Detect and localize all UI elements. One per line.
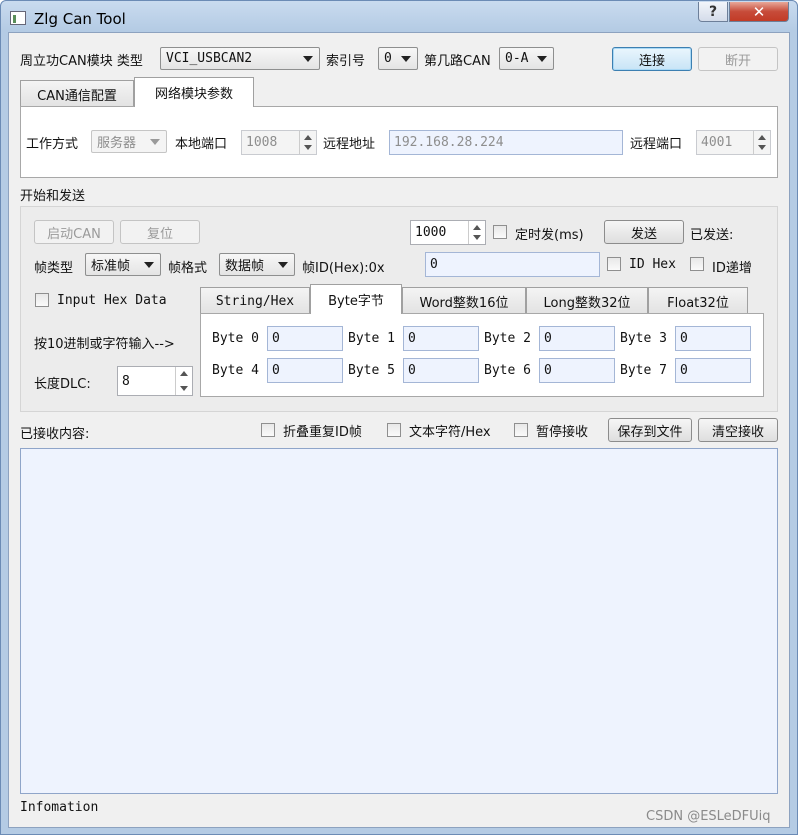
tab-long[interactable]: Long整数32位 (526, 287, 648, 314)
connect-button[interactable]: 连接 (612, 47, 692, 71)
byte-label: Byte 7 (620, 363, 667, 378)
index-combo[interactable]: 0 (378, 47, 418, 70)
info-label: Infomation (20, 800, 99, 815)
remote-port-label: 远程端口 (630, 137, 683, 152)
dlc-value: 8 (122, 373, 130, 389)
mode-label: 工作方式 (26, 137, 79, 152)
fold-dup-checkbox[interactable] (261, 423, 275, 437)
byte-label: Byte 1 (348, 331, 395, 346)
device-type-combo[interactable]: VCI_USBCAN2 (160, 47, 320, 70)
byte-label: Byte 0 (212, 331, 259, 346)
frame-type-combo[interactable]: 标准帧 (85, 253, 161, 276)
start-can-button[interactable]: 启动CAN (34, 220, 114, 244)
interval-value: 1000 (415, 225, 447, 240)
remote-port-spinbox[interactable]: 4001 (696, 130, 771, 155)
frame-format-value: 数据帧 (225, 259, 265, 274)
frame-id-input[interactable]: 0 (425, 252, 600, 277)
id-inc-label: ID递增 (712, 261, 752, 276)
pause-recv-label: 暂停接收 (536, 425, 589, 440)
pause-recv-checkbox[interactable] (514, 423, 528, 437)
dlc-label: 长度DLC: (34, 377, 91, 392)
byte-input[interactable]: 0 (267, 326, 343, 351)
timer-checkbox[interactable] (493, 225, 507, 239)
help-button[interactable]: ? (698, 2, 728, 22)
title-bar: Zlg Can Tool ? ✕ (1, 1, 797, 33)
tab-string-hex[interactable]: String/Hex (200, 287, 310, 314)
local-port-value: 1008 (246, 135, 278, 150)
window-title: Zlg Can Tool (34, 10, 126, 28)
timer-label: 定时发(ms) (515, 228, 584, 243)
remote-addr-input[interactable]: 192.168.28.224 (389, 130, 623, 155)
frame-format-combo[interactable]: 数据帧 (219, 253, 295, 276)
chevron-down-icon (278, 262, 288, 268)
remote-addr-label: 远程地址 (323, 137, 376, 152)
receive-textarea[interactable] (20, 448, 778, 794)
clear-recv-button[interactable]: 清空接收 (698, 418, 778, 442)
disconnect-button[interactable]: 断开 (698, 47, 778, 71)
spin-arrows-icon[interactable] (468, 221, 485, 244)
byte-input[interactable]: 0 (675, 358, 751, 383)
tab-float[interactable]: Float32位 (648, 287, 748, 314)
frame-format-label: 帧格式 (168, 261, 208, 276)
byte-label: Byte 2 (484, 331, 531, 346)
byte-input[interactable]: 0 (539, 358, 615, 383)
chevron-down-icon (401, 56, 411, 62)
byte-label: Byte 4 (212, 363, 259, 378)
spin-arrows-icon[interactable] (175, 367, 192, 395)
send-section-label: 开始和发送 (20, 189, 86, 204)
frame-id-label: 帧ID(Hex):0x (302, 261, 385, 276)
index-value: 0 (384, 51, 392, 66)
channel-combo[interactable]: 0-A (499, 47, 554, 70)
chevron-down-icon (144, 262, 154, 268)
id-hex-checkbox[interactable] (607, 257, 621, 271)
reset-button[interactable]: 复位 (120, 220, 200, 244)
send-button[interactable]: 发送 (604, 220, 684, 244)
byte-input[interactable]: 0 (403, 358, 479, 383)
save-to-file-button[interactable]: 保存到文件 (608, 418, 692, 442)
byte-label: Byte 3 (620, 331, 667, 346)
byte-input[interactable]: 0 (403, 326, 479, 351)
id-inc-checkbox[interactable] (690, 257, 704, 271)
id-hex-label: ID Hex (629, 257, 676, 272)
channel-value: 0-A (505, 51, 529, 66)
tab-word[interactable]: Word整数16位 (402, 287, 526, 314)
local-port-label: 本地端口 (175, 137, 228, 152)
input-hex-checkbox[interactable] (35, 293, 49, 307)
mode-value: 服务器 (97, 136, 137, 151)
byte-label: Byte 6 (484, 363, 531, 378)
received-label: 已接收内容: (20, 427, 90, 442)
frame-type-value: 标准帧 (91, 259, 131, 274)
spin-arrows-icon[interactable] (299, 131, 316, 154)
fold-dup-label: 折叠重复ID帧 (283, 425, 362, 440)
tab-can-config[interactable]: CAN通信配置 (20, 80, 134, 107)
chevron-down-icon (150, 139, 160, 145)
close-button[interactable]: ✕ (729, 2, 789, 22)
spin-arrows-icon[interactable] (753, 131, 770, 154)
index-label: 索引号 (326, 54, 366, 69)
sent-label: 已发送: (690, 228, 734, 243)
tab-byte[interactable]: Byte字节 (310, 284, 402, 314)
byte-input[interactable]: 0 (267, 358, 343, 383)
dlc-spinbox[interactable]: 8 (117, 366, 193, 396)
text-hex-label: 文本字符/Hex (409, 425, 491, 440)
frame-type-label: 帧类型 (34, 261, 74, 276)
chevron-down-icon (537, 56, 547, 62)
text-hex-checkbox[interactable] (387, 423, 401, 437)
tab-net-params[interactable]: 网络模块参数 (134, 77, 254, 107)
byte-input[interactable]: 0 (675, 326, 751, 351)
hint-label: 按10进制或字符输入--> (34, 337, 175, 352)
local-port-spinbox[interactable]: 1008 (241, 130, 317, 155)
watermark: CSDN @ESLeDFUiq (646, 809, 771, 824)
channel-label: 第几路CAN (424, 54, 491, 69)
byte-label: Byte 5 (348, 363, 395, 378)
byte-input[interactable]: 0 (539, 326, 615, 351)
device-type-value: VCI_USBCAN2 (166, 51, 253, 66)
mode-combo[interactable]: 服务器 (91, 130, 167, 153)
module-type-label: 周立功CAN模块 类型 (20, 54, 143, 69)
remote-port-value: 4001 (701, 135, 733, 150)
chevron-down-icon (303, 56, 313, 62)
interval-spinbox[interactable]: 1000 (410, 220, 486, 245)
input-hex-label: Input Hex Data (57, 293, 167, 308)
app-icon (10, 11, 26, 25)
